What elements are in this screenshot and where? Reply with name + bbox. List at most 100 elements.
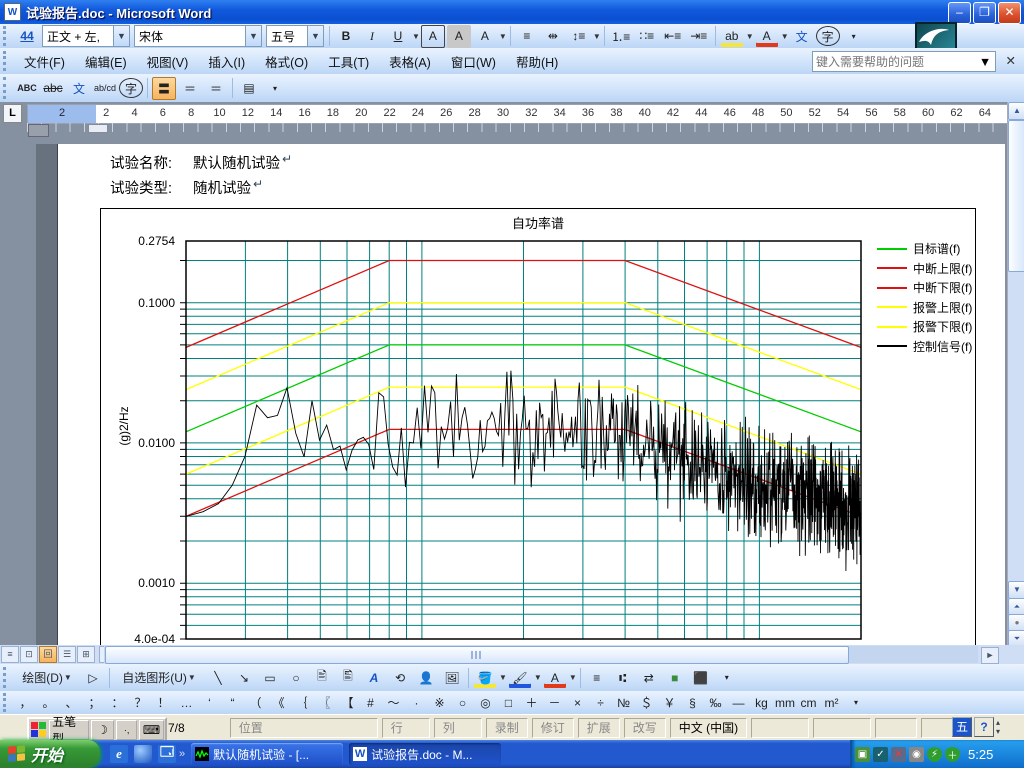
oval-icon[interactable]: ○ (284, 666, 308, 689)
highlight-dropdown-icon[interactable]: ▼ (746, 32, 754, 41)
font-size-combo[interactable]: 五号▼ (266, 25, 324, 47)
desktop-quicklaunch-icon[interactable]: 🗔 (158, 745, 176, 763)
outline-view-icon[interactable]: ☰ (58, 646, 76, 663)
overtype-field[interactable]: 改写 (624, 718, 666, 738)
line-style-icon[interactable]: ≡ (585, 666, 609, 689)
symbol-button[interactable]: 、 (61, 693, 82, 713)
tray-network-disconnected-icon[interactable]: ✕ (891, 747, 906, 762)
menubar-drag-handle[interactable] (3, 51, 11, 72)
record-macro-field[interactable]: 录制 (486, 718, 528, 738)
menu-item[interactable]: 工具(T) (318, 48, 379, 75)
wubi-indicator-icon[interactable]: 五 (952, 717, 972, 737)
language-bar-fragment[interactable]: 五 ? ▴▾ (950, 717, 1000, 737)
character-scale-button[interactable]: A (473, 25, 497, 48)
line-spacing-button[interactable]: ↕≡ (567, 25, 591, 48)
double-spacing-button[interactable]: ＝ (204, 77, 228, 100)
fill-color-icon[interactable]: 🪣 (473, 666, 497, 689)
symbol-button[interactable]: … (176, 693, 197, 713)
symbol-button[interactable]: ； (84, 693, 105, 713)
symbol-button[interactable]: ？ (130, 693, 151, 713)
reading-view-icon[interactable]: ⊞ (77, 646, 95, 663)
symbol-button[interactable]: — (728, 693, 749, 713)
symbol-button[interactable]: 〖 (314, 693, 335, 713)
tray-shield-bolt-icon[interactable]: ⚡ (927, 747, 942, 762)
vertical-scroll-thumb[interactable] (1008, 120, 1024, 272)
rectangle-icon[interactable]: ▭ (258, 666, 282, 689)
bold-button[interactable]: B (334, 25, 358, 48)
language-field[interactable]: 中文 (中国) (670, 718, 747, 738)
symbol-button[interactable]: ～ (383, 693, 404, 713)
symbol-button[interactable]: □ (498, 693, 519, 713)
symbol-button[interactable]: × (567, 693, 588, 713)
justify-button[interactable]: ≡ (515, 25, 539, 48)
symbol-button[interactable]: 。 (38, 693, 59, 713)
symbol-button[interactable]: ‰ (705, 693, 726, 713)
arrow-icon[interactable]: ↘ (232, 666, 256, 689)
track-changes-field[interactable]: 修订 (532, 718, 574, 738)
restore-button[interactable]: ❐ (973, 2, 996, 24)
character-border-button[interactable]: A (421, 25, 445, 48)
text-box-icon[interactable]: 🖹 (310, 666, 334, 689)
increase-indent-button[interactable]: ⇥≡ (687, 25, 711, 48)
clip-art-icon[interactable]: 👤 (414, 666, 438, 689)
underline-dropdown-icon[interactable]: ▼ (412, 32, 420, 41)
font-combo[interactable]: 宋体▼ (134, 25, 262, 47)
print-layout-view-icon[interactable]: 回 (39, 646, 57, 663)
symbol-button[interactable]: № (613, 693, 634, 713)
columns-icon[interactable]: ▤ (237, 77, 261, 100)
menu-item[interactable]: 视图(V) (137, 48, 199, 75)
fill-dropdown-icon[interactable]: ▼ (499, 673, 507, 682)
drawing-drag-handle[interactable] (3, 667, 11, 689)
tray-swallow-icon[interactable]: ✓ (873, 747, 888, 762)
circled-character2-icon[interactable]: 字 (119, 78, 143, 98)
start-button[interactable]: 开始 (0, 740, 100, 768)
font-color2-icon[interactable]: A (543, 666, 567, 689)
vertical-scrollbar[interactable]: ▲ ▼ ⏶ ● ⏷ (1007, 102, 1024, 645)
highlight-button[interactable]: ab (720, 25, 744, 48)
symbol-button[interactable]: · (406, 693, 427, 713)
underline-button[interactable]: U (386, 25, 410, 48)
picture-icon[interactable]: 🖼 (440, 666, 464, 689)
horizontal-ruler[interactable]: 2 24681012141618202224262830323436384042… (27, 104, 1009, 124)
autoshapes-menu-button[interactable]: 自选图形(U)▼ (114, 666, 204, 689)
title-bar[interactable]: W 试验报告.doc - Microsoft Word – ❐ ✕ (0, 0, 1024, 24)
tray-speaker-icon[interactable]: ◉ (909, 747, 924, 762)
symbol-button[interactable]: “ (222, 693, 243, 713)
font-color-button[interactable]: A (755, 25, 779, 48)
font-color2-dropdown-icon[interactable]: ▼ (569, 673, 577, 682)
circled-character-icon[interactable]: 字 (816, 26, 840, 46)
symbol-button[interactable]: kg (751, 693, 772, 713)
symbol-button[interactable]: ＋ (521, 693, 542, 713)
web-layout-view-icon[interactable]: ⊡ (20, 646, 38, 663)
diagram-icon[interactable]: ⟲ (388, 666, 412, 689)
threed-style-icon[interactable]: ⬛ (689, 666, 713, 689)
pinyin-guide-icon[interactable]: 文 (790, 25, 814, 48)
toolbar-options4-icon[interactable]: ▾ (844, 691, 868, 714)
task-button-word-doc[interactable]: W 试验报告.doc - M... (349, 743, 501, 765)
decrease-indent-button[interactable]: ⇤≡ (661, 25, 685, 48)
style-combo[interactable]: 正文 + 左,▼ (42, 25, 130, 47)
one-half-spacing-button[interactable]: ＝ (178, 77, 202, 100)
dash-style-icon[interactable]: ⑆ (611, 666, 635, 689)
scale-dropdown-icon[interactable]: ▼ (499, 32, 507, 41)
close-button[interactable]: ✕ (998, 2, 1021, 24)
first-line-indent-marker[interactable] (88, 124, 108, 133)
toolbar-options2-icon[interactable]: ▾ (263, 77, 287, 100)
ime-fullwidth-icon[interactable]: ☽ (91, 720, 114, 740)
ime-keyboard-icon[interactable]: ⌨ (139, 720, 164, 740)
strikethrough-icon[interactable]: abc (41, 77, 65, 100)
menu-item[interactable]: 窗口(W) (441, 48, 506, 75)
help-dropdown-icon[interactable]: ▼ (978, 53, 992, 70)
distribute-button[interactable]: ⇹ (541, 25, 565, 48)
tray-shield-plus-icon[interactable]: ＋ (945, 747, 960, 762)
line-spacing-dropdown-icon[interactable]: ▼ (593, 32, 601, 41)
help-search-input[interactable] (813, 54, 978, 70)
scroll-up-icon[interactable]: ▲ (1008, 102, 1024, 120)
symbol-button[interactable]: － (544, 693, 565, 713)
horizontal-scroll-track[interactable] (104, 646, 978, 663)
symbol-button[interactable]: cm (798, 693, 819, 713)
symbol-button[interactable]: ＄ (636, 693, 657, 713)
symbol-button[interactable]: § (682, 693, 703, 713)
menu-item[interactable]: 插入(I) (198, 48, 255, 75)
extend-selection-field[interactable]: 扩展 (578, 718, 620, 738)
